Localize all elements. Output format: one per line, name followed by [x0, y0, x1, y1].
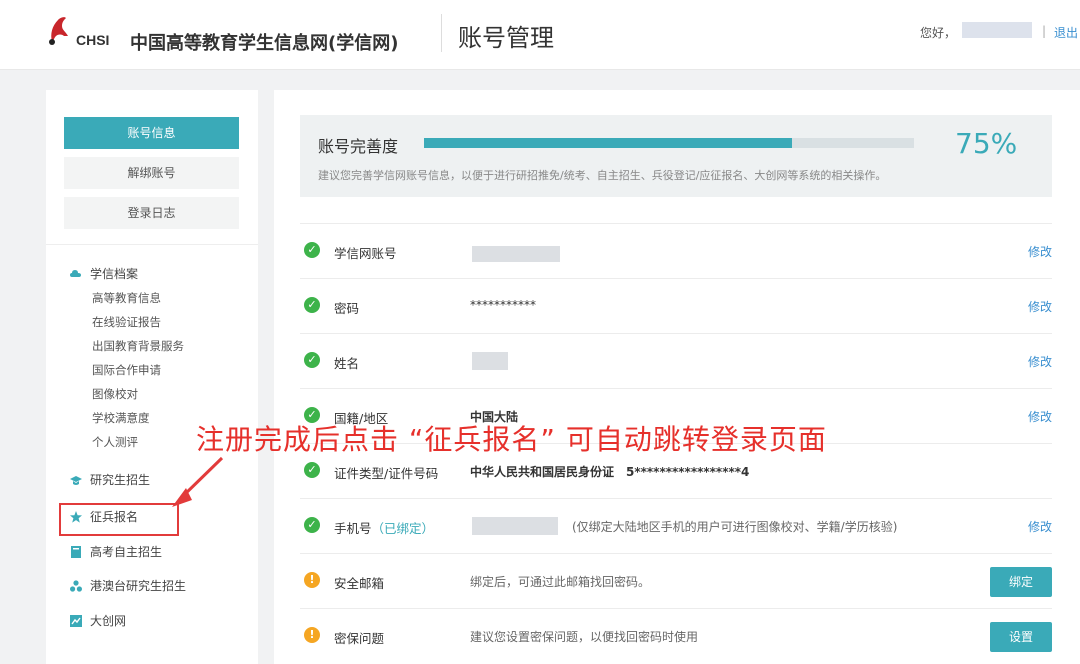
book-icon — [71, 545, 81, 558]
row-label: 手机号（已绑定） — [334, 518, 434, 537]
row-phone: ✓ 手机号（已绑定） (仅绑定大陆地区手机的用户可进行图像校对、学籍/学历核验)… — [300, 498, 1052, 553]
id-document-value: 中华人民共和国居民身份证 5*****************4 — [470, 465, 750, 479]
phone-bound-badge: （已绑定） — [371, 521, 435, 536]
phone-label: 手机号 — [334, 521, 372, 536]
sidebar-subitem-personal-test[interactable]: 个人测评 — [92, 434, 138, 450]
phone-redacted — [472, 517, 558, 535]
row-label: 安全邮箱 — [334, 576, 385, 591]
completeness-percent: 75% — [955, 127, 1018, 160]
check-circle-icon: ✓ — [304, 462, 320, 478]
phone-note: (仅绑定大陆地区手机的用户可进行图像校对、学籍/学历核验) — [572, 520, 898, 534]
sidebar-item-label: 学信档案 — [90, 267, 139, 281]
check-circle-icon: ✓ — [304, 517, 320, 533]
cloud-icon — [70, 269, 81, 277]
sidebar-button-account-info[interactable]: 账号信息 — [64, 117, 239, 149]
edit-password-link[interactable]: 修改 — [1028, 298, 1052, 315]
sidebar-subitem-higher-education[interactable]: 高等教育信息 — [92, 290, 161, 306]
email-note: 绑定后，可通过此邮箱找回密码。 — [470, 575, 651, 589]
edit-nationality-link[interactable]: 修改 — [1028, 408, 1052, 425]
completeness-progress-bar — [424, 138, 914, 148]
row-security-email: ! 安全邮箱 绑定后，可通过此邮箱找回密码。 绑定 — [300, 553, 1052, 608]
sidebar-item-label: 研究生招生 — [90, 473, 151, 487]
edit-phone-link[interactable]: 修改 — [1028, 518, 1052, 535]
logout-link[interactable]: 退出 — [1054, 24, 1078, 41]
sidebar-item-dachuang[interactable]: 大创网 — [70, 612, 126, 629]
sidebar-item-gaokao[interactable]: 高考自主招生 — [70, 543, 162, 560]
greeting-text: 您好， — [920, 26, 957, 40]
row-label: 证件类型/证件号码 — [334, 466, 439, 481]
highlight-box — [59, 503, 179, 536]
completeness-label: 账号完善度 — [318, 137, 399, 156]
header-separator: | — [1042, 24, 1047, 38]
row-account: ✓ 学信网账号 修改 — [300, 223, 1052, 278]
row-password: ✓ 密码 *********** 修改 — [300, 278, 1052, 333]
sidebar-item-graduate[interactable]: 研究生招生 — [70, 471, 150, 488]
sidebar-divider — [46, 244, 258, 245]
sidebar-subitem-intl-cooperation[interactable]: 国际合作申请 — [92, 362, 161, 378]
username-redacted — [962, 22, 1032, 38]
sidebar-button-unbind-account[interactable]: 解绑账号 — [64, 157, 239, 189]
name-redacted — [472, 352, 508, 370]
site-name[interactable]: 中国高等教育学生信息网(学信网) — [130, 29, 398, 55]
logo-icon — [49, 17, 68, 45]
sidebar-subitem-school-satisfaction[interactable]: 学校满意度 — [92, 410, 150, 426]
sidebar: 账号信息 解绑账号 登录日志 学信档案 高等教育信息 在线验证报告 出国教育背景… — [46, 90, 258, 664]
sidebar-item-label: 大创网 — [90, 614, 127, 628]
check-circle-icon: ✓ — [304, 242, 320, 258]
sidebar-subitem-online-report[interactable]: 在线验证报告 — [92, 314, 161, 330]
security-question-note: 建议您设置密保问题，以便找回密码时使用 — [470, 630, 699, 644]
row-label: 密保问题 — [334, 631, 385, 646]
edit-account-link[interactable]: 修改 — [1028, 243, 1052, 260]
page-title: 账号管理 — [458, 24, 554, 52]
graduation-cap-icon — [70, 475, 82, 485]
row-label: 姓名 — [334, 356, 360, 371]
warning-circle-icon: ! — [304, 627, 320, 643]
row-name: ✓ 姓名 修改 — [300, 333, 1052, 388]
main-panel: 账号完善度 75% 建议您完善学信网账号信息，以便于进行研招推免/统考、自主招生… — [274, 90, 1080, 664]
header-divider — [441, 14, 442, 52]
sidebar-item-hkmt[interactable]: 港澳台研究生招生 — [70, 577, 186, 594]
sidebar-subitem-overseas-service[interactable]: 出国教育背景服务 — [92, 338, 184, 354]
check-circle-icon: ✓ — [304, 352, 320, 368]
sidebar-item-label: 港澳台研究生招生 — [90, 579, 187, 593]
logo-text: CHSI — [76, 32, 110, 48]
sidebar-button-login-log[interactable]: 登录日志 — [64, 197, 239, 229]
account-completeness-card: 账号完善度 75% 建议您完善学信网账号信息，以便于进行研招推免/统考、自主招生… — [300, 115, 1052, 197]
set-security-question-button[interactable]: 设置 — [990, 622, 1052, 652]
people-icon — [70, 579, 82, 592]
header: CHSI 中国高等教育学生信息网(学信网) 账号管理 您好， | 退出 — [0, 0, 1080, 70]
row-security-question: ! 密保问题 建议您设置密保问题，以便找回密码时使用 设置 — [300, 608, 1052, 663]
annotation-text: 注册完成后点击 “征兵报名” 可自动跳转登录页面 — [196, 423, 827, 456]
completeness-hint: 建议您完善学信网账号信息，以便于进行研招推免/统考、自主招生、兵役登记/应征报名… — [318, 169, 887, 182]
completeness-progress-fill — [424, 138, 792, 148]
password-value: *********** — [470, 298, 536, 312]
row-label: 学信网账号 — [334, 246, 397, 261]
warning-circle-icon: ! — [304, 572, 320, 588]
row-label: 密码 — [334, 301, 360, 316]
sidebar-item-label: 高考自主招生 — [90, 545, 163, 559]
edit-name-link[interactable]: 修改 — [1028, 353, 1052, 370]
bind-email-button[interactable]: 绑定 — [990, 567, 1052, 597]
chart-icon — [70, 614, 82, 627]
sidebar-subitem-image-check[interactable]: 图像校对 — [92, 386, 138, 402]
check-circle-icon: ✓ — [304, 297, 320, 313]
sidebar-item-archive[interactable]: 学信档案 — [70, 265, 138, 282]
account-redacted — [472, 246, 560, 262]
